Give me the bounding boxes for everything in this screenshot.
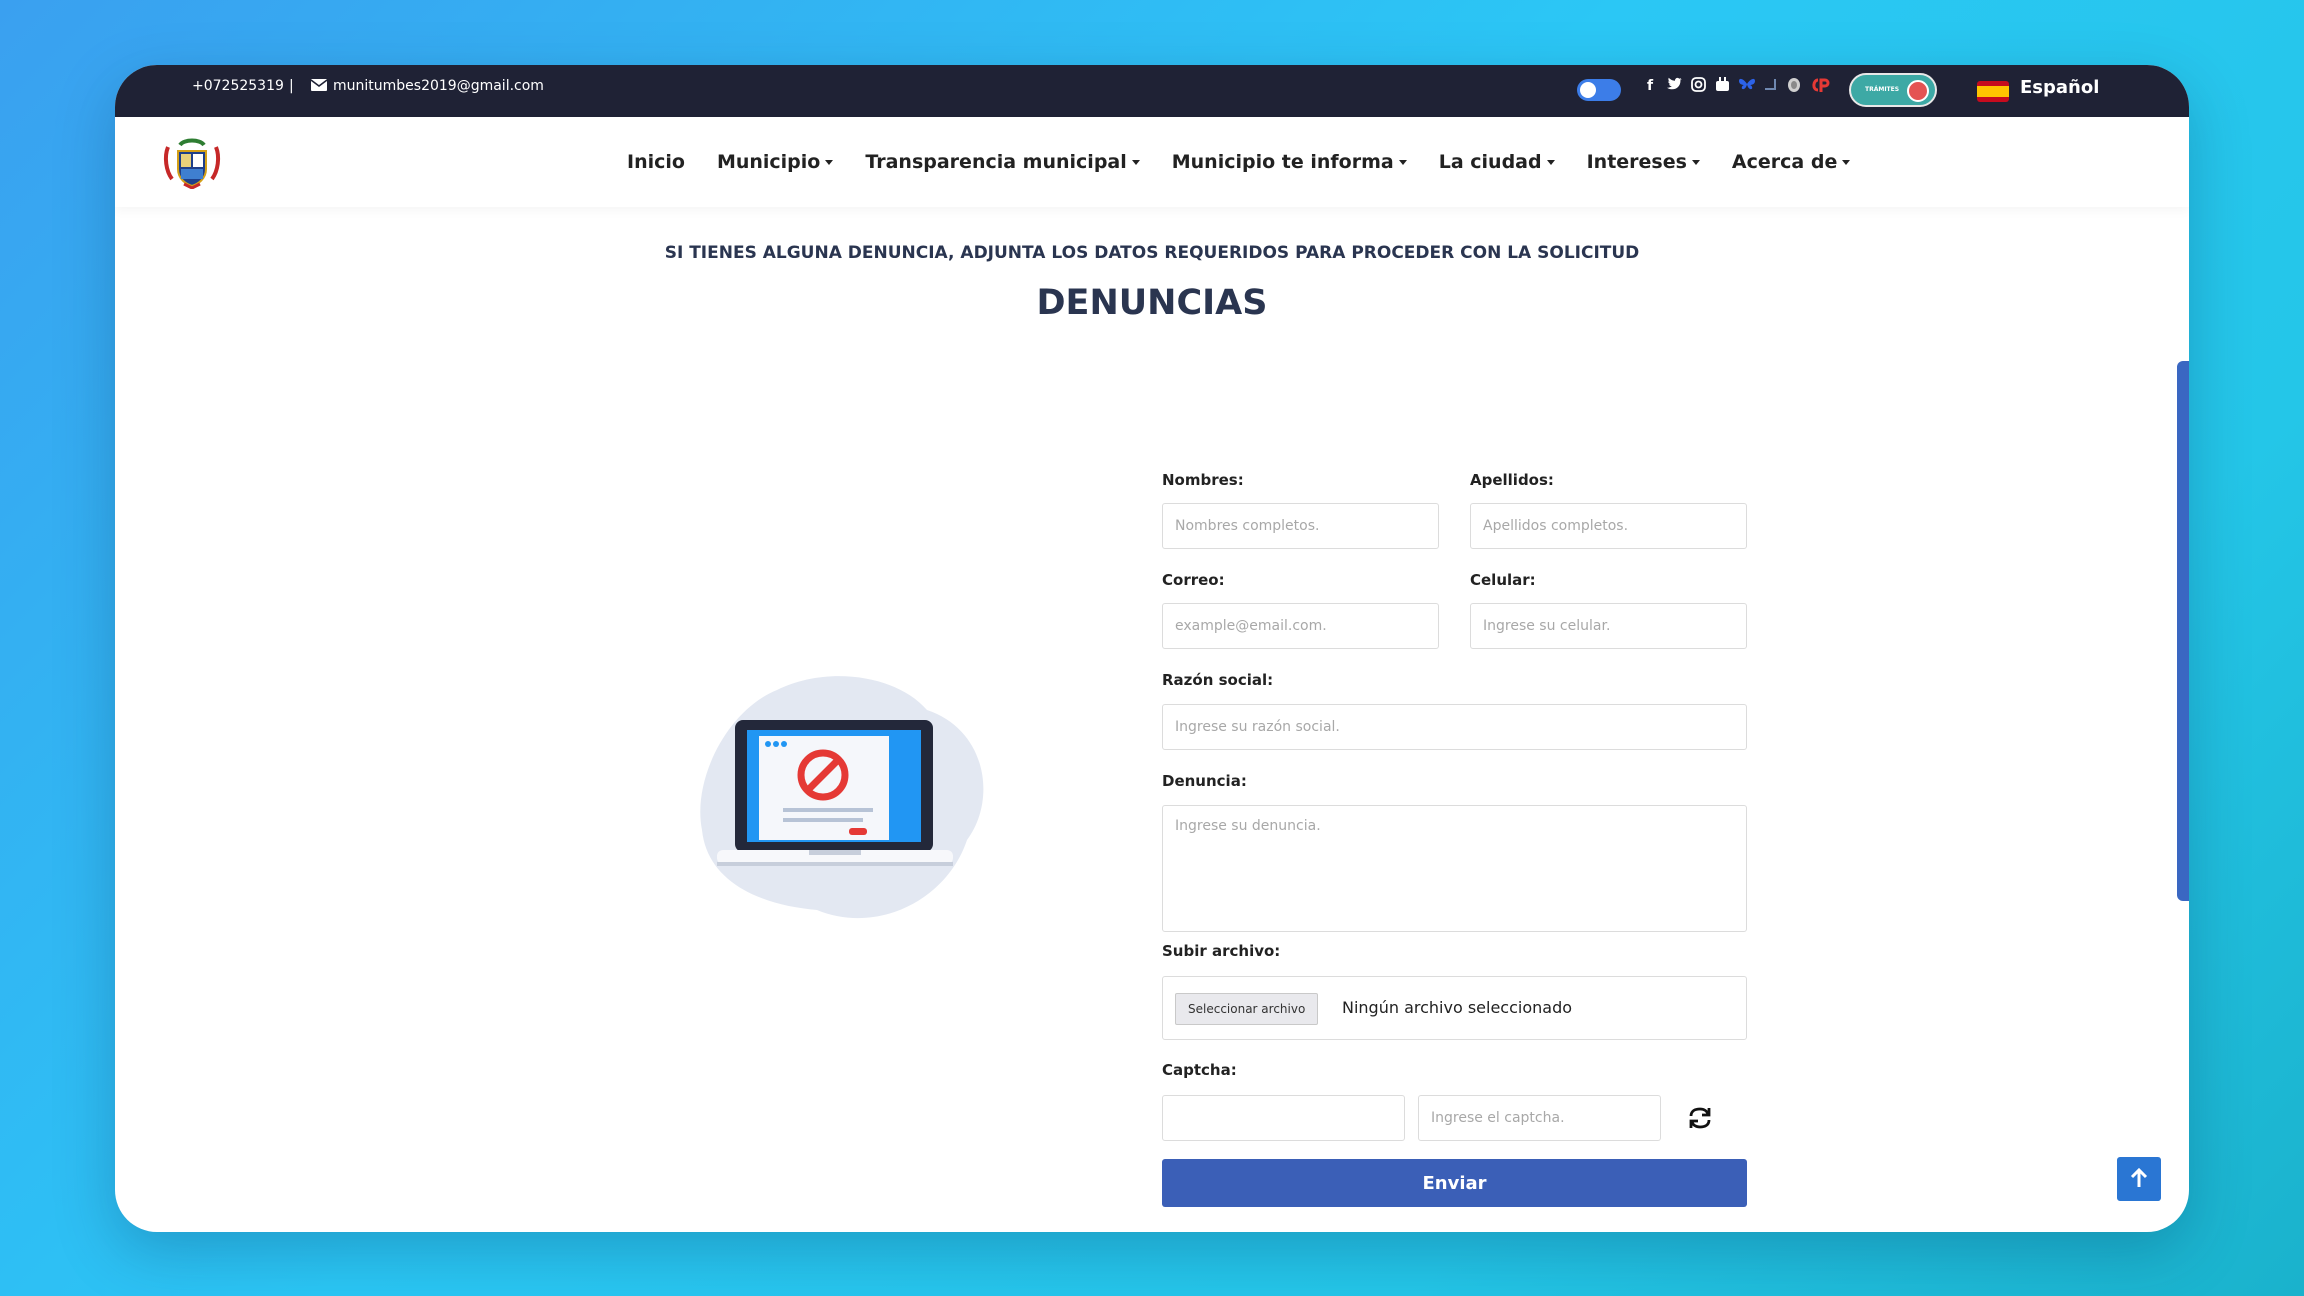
nav-label: Inicio — [627, 151, 685, 173]
youtube-icon[interactable] — [1714, 77, 1730, 95]
nav-menu: Inicio Municipio Transparencia municipal… — [627, 151, 1882, 173]
tramites-badge-icon — [1907, 80, 1929, 102]
caret-down-icon — [1546, 159, 1555, 165]
phone-number[interactable]: +072525319 — [192, 78, 284, 94]
theme-toggle[interactable] — [1577, 79, 1621, 101]
nav-item-transparencia[interactable]: Transparencia municipal — [865, 151, 1140, 173]
caret-down-icon — [1691, 159, 1700, 165]
bluesky-icon[interactable] — [1738, 77, 1755, 95]
browser-window: +072525319 | munitumbes2019@gmail.com f — [115, 65, 2189, 1232]
refresh-captcha-icon[interactable] — [1686, 1104, 1714, 1132]
denuncia-textarea[interactable] — [1162, 805, 1747, 932]
facebook-icon[interactable]: f — [1642, 77, 1658, 95]
celular-field[interactable] — [1470, 603, 1747, 649]
nav-label: Acerca de — [1731, 151, 1838, 173]
tramites-button[interactable]: TRÁMITES — [1849, 73, 1937, 107]
page-subtitle: SI TIENES ALGUNA DENUNCIA, ADJUNTA LOS D… — [664, 243, 1640, 263]
file-upload-field[interactable]: Seleccionar archivo Ningún archivo selec… — [1162, 976, 1747, 1040]
social-links: f — [1642, 77, 1830, 95]
nav-item-acerca-de[interactable]: Acerca de — [1731, 151, 1851, 173]
twitter-icon[interactable] — [1666, 77, 1682, 95]
nav-label: Transparencia municipal — [865, 151, 1127, 173]
top-bar: +072525319 | munitumbes2019@gmail.com f — [115, 65, 2189, 117]
caret-down-icon — [825, 159, 834, 165]
nav-label: Municipio te informa — [1171, 151, 1394, 173]
nombres-label: Nombres: — [1162, 471, 1244, 489]
captcha-input[interactable] — [1418, 1095, 1661, 1141]
apellidos-field[interactable] — [1470, 503, 1747, 549]
apellidos-label: Apellidos: — [1470, 471, 1554, 489]
email-link[interactable]: munitumbes2019@gmail.com — [333, 78, 544, 94]
email-field[interactable] — [1162, 603, 1439, 649]
nav-label: Intereses — [1586, 151, 1687, 173]
select-file-button[interactable]: Seleccionar archivo — [1175, 993, 1319, 1025]
nav-label: Municipio — [716, 151, 821, 173]
scroll-to-top-button[interactable] — [2117, 1157, 2161, 1201]
envelope-icon — [311, 79, 327, 91]
enviar-button[interactable]: Enviar — [1162, 1159, 1747, 1207]
correo-label: Correo: — [1162, 571, 1225, 589]
page-title: DENUNCIAS — [1036, 283, 1268, 323]
separator: | — [289, 78, 294, 94]
razon-social-label: Razón social: — [1162, 671, 1274, 689]
arrow-up-icon — [2130, 1167, 2148, 1187]
tramites-label: TRÁMITES — [1865, 86, 1900, 93]
denuncia-label: Denuncia: — [1162, 772, 1247, 790]
captcha-label: Captcha: — [1162, 1061, 1237, 1079]
captcha-image — [1162, 1095, 1405, 1141]
blocked-laptop-illustration — [700, 676, 984, 919]
nav-item-municipio[interactable]: Municipio — [716, 151, 834, 173]
celular-label: Celular: — [1470, 571, 1536, 589]
main-navbar: Inicio Municipio Transparencia municipal… — [115, 117, 2189, 207]
municipal-coat-of-arms-logo[interactable] — [162, 137, 222, 189]
file-status: Ningún archivo seleccionado — [1342, 998, 1573, 1017]
seal-icon[interactable] — [1786, 77, 1802, 95]
subir-archivo-label: Subir archivo: — [1162, 942, 1281, 960]
instagram-icon[interactable] — [1690, 77, 1706, 95]
nav-item-municipio-te-informa[interactable]: Municipio te informa — [1172, 151, 1407, 173]
spain-flag-icon[interactable] — [1977, 81, 2009, 102]
nav-item-la-ciudad[interactable]: La ciudad — [1439, 151, 1555, 173]
nombres-field[interactable] — [1162, 503, 1439, 549]
nav-label: La ciudad — [1438, 151, 1542, 173]
cp-icon[interactable] — [1810, 77, 1830, 95]
nav-item-inicio[interactable]: Inicio — [627, 151, 685, 173]
caret-down-icon — [1131, 159, 1140, 165]
nav-item-intereses[interactable]: Intereses — [1587, 151, 1700, 173]
page-scrollbar[interactable] — [2177, 361, 2189, 901]
caret-down-icon — [1842, 159, 1851, 165]
razon-social-field[interactable] — [1162, 704, 1747, 750]
language-selector[interactable]: Español — [2020, 77, 2099, 98]
caret-down-icon — [1398, 159, 1407, 165]
toggle-knob — [1580, 82, 1596, 98]
link-icon[interactable] — [1762, 77, 1778, 95]
